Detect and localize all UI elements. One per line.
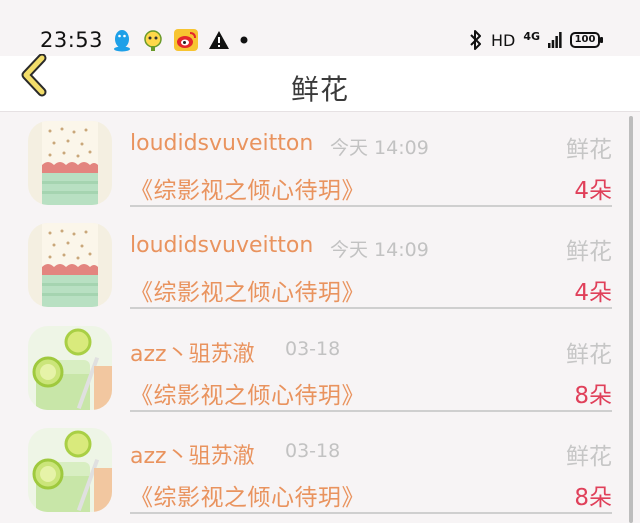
record-time: 今天 14:09 bbox=[330, 137, 429, 159]
bluetooth-icon bbox=[469, 30, 483, 50]
sender-name[interactable]: azz丶驵苏澈 bbox=[130, 336, 255, 368]
emoji-app-icon bbox=[142, 29, 164, 51]
hd-label: HD bbox=[490, 30, 516, 50]
dot-icon bbox=[240, 36, 248, 44]
app-header: 鲜花 bbox=[0, 53, 640, 112]
divider bbox=[130, 410, 612, 412]
gift-count: 8朵 bbox=[574, 383, 612, 409]
sender-name[interactable]: azz丶驵苏澈 bbox=[130, 438, 255, 470]
list-item[interactable]: loudidsvuveitton 今天 14:09 鲜花 《综影视之倾心待玥》 … bbox=[0, 215, 640, 317]
divider bbox=[130, 205, 612, 207]
gift-count: 8朵 bbox=[574, 485, 612, 511]
weibo-icon bbox=[174, 29, 198, 51]
divider bbox=[130, 307, 612, 309]
record-time: 03-18 bbox=[285, 440, 341, 462]
status-time: 23:53 bbox=[40, 28, 104, 52]
avatar bbox=[28, 223, 112, 307]
network-type-label: 4G bbox=[523, 29, 540, 43]
warning-icon bbox=[208, 30, 230, 50]
status-bar: 23:53 HD 4G 100 bbox=[0, 0, 640, 56]
system-icons: HD 4G 100 bbox=[469, 28, 603, 52]
gift-type: 鲜花 bbox=[566, 137, 612, 163]
book-title[interactable]: 《综影视之倾心待玥》 bbox=[130, 273, 365, 307]
signal-icon bbox=[548, 32, 562, 48]
book-title[interactable]: 《综影视之倾心待玥》 bbox=[130, 478, 365, 512]
record-time: 03-18 bbox=[285, 338, 341, 360]
sender-name[interactable]: loudidsvuveitton bbox=[130, 233, 313, 258]
list-item[interactable]: azz丶驵苏澈 03-18 鲜花 《综影视之倾心待玥》 8朵 bbox=[0, 318, 640, 420]
avatar bbox=[28, 121, 112, 205]
avatar bbox=[28, 326, 112, 410]
divider bbox=[130, 512, 612, 514]
gift-type: 鲜花 bbox=[566, 239, 612, 265]
book-title[interactable]: 《综影视之倾心待玥》 bbox=[130, 376, 365, 410]
avatar bbox=[28, 428, 112, 512]
gift-count: 4朵 bbox=[574, 178, 612, 204]
notification-icons bbox=[112, 28, 248, 52]
list-item[interactable]: loudidsvuveitton 今天 14:09 鲜花 《综影视之倾心待玥》 … bbox=[0, 113, 640, 215]
gift-count: 4朵 bbox=[574, 280, 612, 306]
sender-name[interactable]: loudidsvuveitton bbox=[130, 131, 313, 156]
book-title[interactable]: 《综影视之倾心待玥》 bbox=[130, 171, 365, 205]
qq-icon bbox=[112, 28, 132, 52]
record-time: 今天 14:09 bbox=[330, 239, 429, 261]
battery-indicator: 100 bbox=[570, 32, 603, 48]
page-title: 鲜花 bbox=[290, 73, 349, 106]
list-item[interactable]: azz丶驵苏澈 03-18 鲜花 《综影视之倾心待玥》 8朵 bbox=[0, 420, 640, 522]
gift-type: 鲜花 bbox=[566, 342, 612, 368]
gift-record-list[interactable]: loudidsvuveitton 今天 14:09 鲜花 《综影视之倾心待玥》 … bbox=[0, 113, 640, 523]
gift-type: 鲜花 bbox=[566, 444, 612, 470]
scrollbar[interactable] bbox=[629, 116, 633, 523]
